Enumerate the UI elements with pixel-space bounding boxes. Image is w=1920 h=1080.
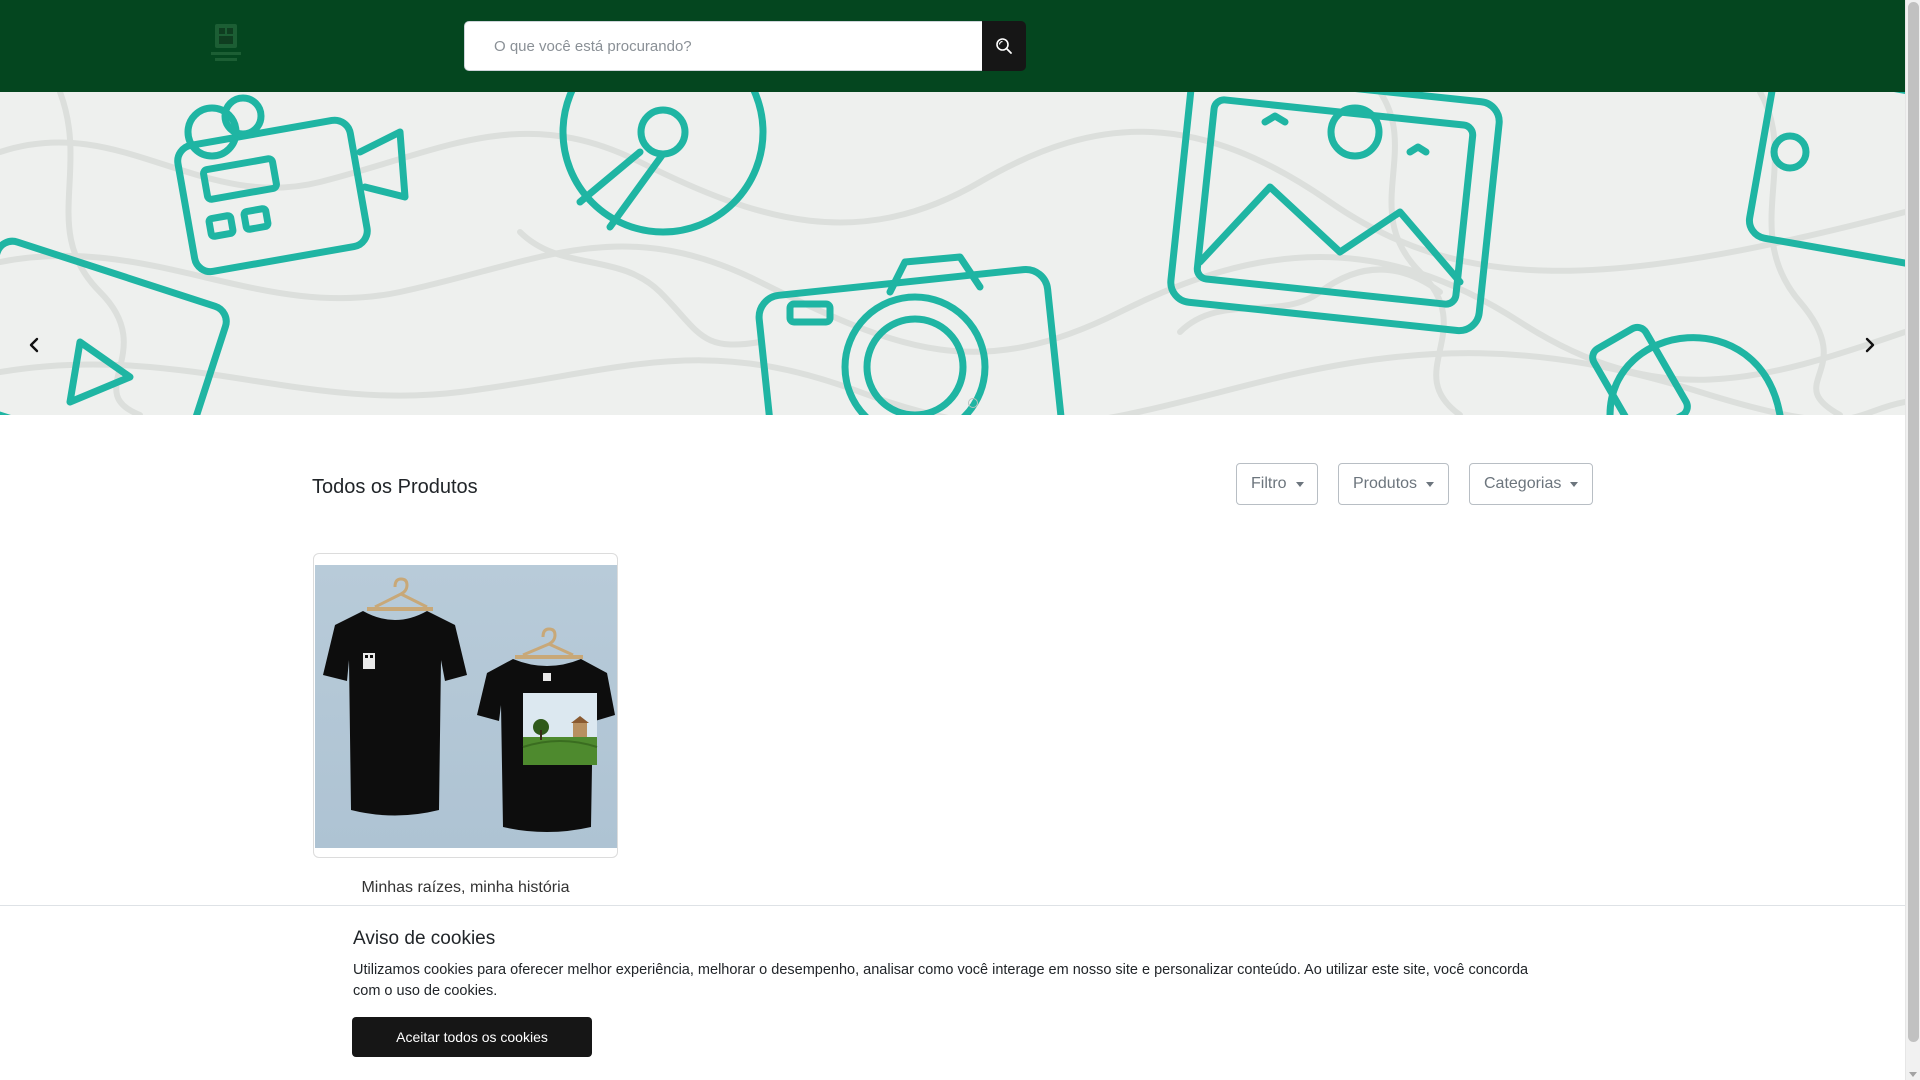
caret-down-icon [1426,481,1435,487]
cookie-title: Aviso de cookies [353,928,496,949]
products-dropdown[interactable]: Produtos [1338,463,1449,505]
carousel-prev-button[interactable] [20,330,50,360]
page: Todos os Produtos Filtro Produtos Catego… [0,0,1905,1080]
categories-dropdown[interactable]: Categorias [1469,463,1593,505]
carousel-indicator[interactable] [968,398,978,408]
search-bar [464,21,1026,71]
caret-down-icon [1570,481,1579,487]
store-logo-icon[interactable] [205,20,247,66]
carousel-next-button[interactable] [1854,330,1884,360]
page-scrollbar[interactable] [1905,0,1920,1080]
categories-dropdown-label: Categorias [1484,475,1562,492]
filter-dropdown[interactable]: Filtro [1236,463,1318,505]
search-button[interactable] [982,21,1026,71]
product-image [315,565,617,848]
hero-carousel [0,92,1905,415]
search-icon [996,38,1012,54]
products-dropdown-label: Produtos [1353,475,1418,492]
accept-cookies-button[interactable]: Aceitar todos os cookies [352,1017,592,1057]
caret-down-icon [1295,481,1304,487]
scroll-down-icon[interactable] [1909,1072,1917,1077]
chevron-right-icon [1865,337,1875,353]
search-input[interactable] [464,21,982,71]
section-title: Todos os Produtos [312,476,478,498]
filter-dropdown-label: Filtro [1251,475,1287,492]
scrollbar-thumb[interactable] [1908,2,1919,1042]
cookie-notice: Aviso de cookies Utilizamos cookies para… [0,905,1905,1080]
banner-illustration [0,92,1905,415]
product-card[interactable] [313,553,618,858]
product-name[interactable]: Minhas raízes, minha história [313,879,618,897]
chevron-left-icon [29,337,39,353]
site-header [0,0,1905,92]
tshirts-photo [323,577,615,832]
cookie-text: Utilizamos cookies para oferecer melhor … [353,962,1529,999]
